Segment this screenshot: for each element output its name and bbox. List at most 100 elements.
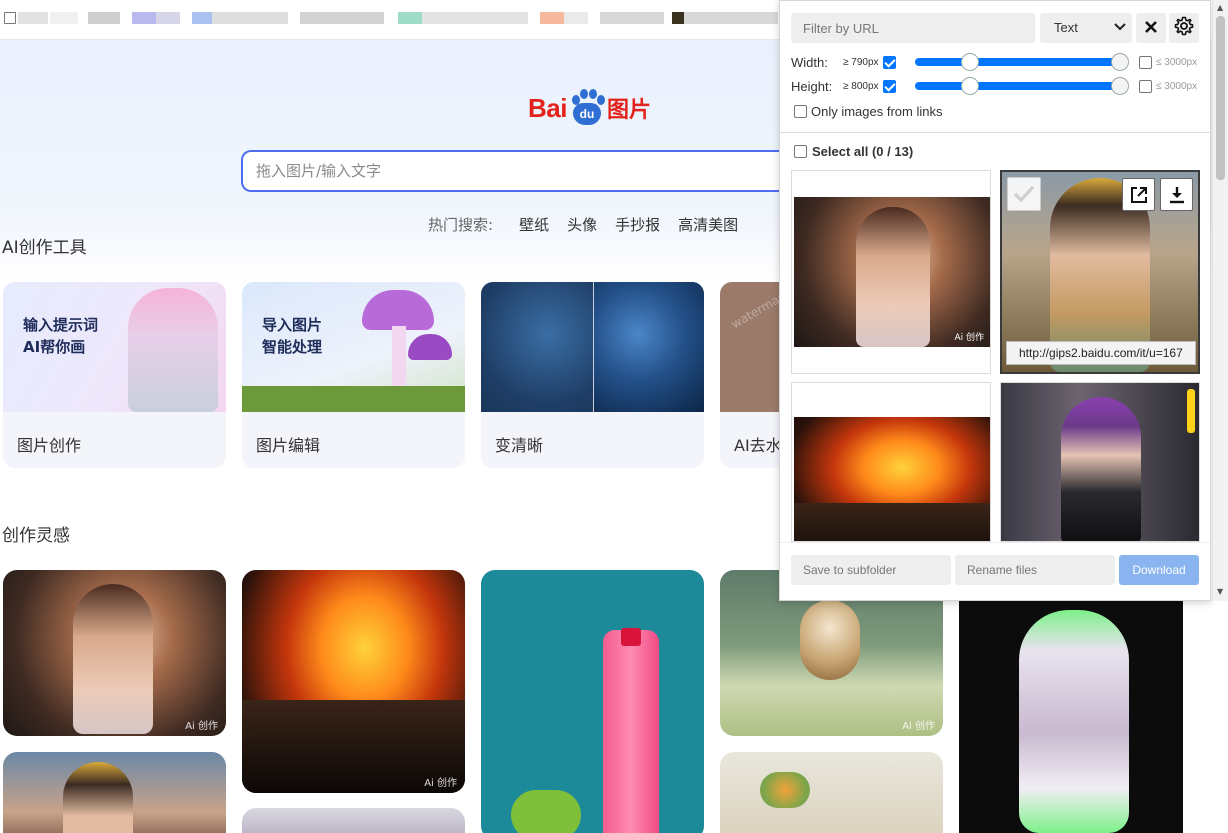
download-image-button[interactable] — [1160, 178, 1193, 211]
hot-link-avatar[interactable]: 头像 — [567, 214, 597, 235]
only-links-row[interactable]: Only images from links — [794, 102, 942, 120]
gear-icon — [1174, 16, 1194, 40]
logo-bai-text: Bai — [528, 92, 567, 123]
thumb-burning-logs — [794, 417, 990, 541]
height-filter-row: Height: ≥ 800px — [791, 77, 896, 95]
ai-watermark: Ai 创作 — [954, 333, 984, 343]
open-in-new-tab-button[interactable] — [1122, 178, 1155, 211]
blurred-tab-text — [540, 12, 564, 24]
rename-files-input[interactable] — [955, 555, 1115, 585]
girl-figure — [1061, 397, 1141, 541]
image-thumb[interactable]: Ai 创作 — [791, 170, 991, 374]
baidu-logo[interactable]: Bai du 图片 — [528, 88, 651, 128]
tool-label: 图片创作 — [17, 436, 82, 455]
subfolder-input[interactable] — [791, 555, 951, 585]
only-links-label: Only images from links — [811, 103, 943, 119]
scrollbar-thumb[interactable] — [1216, 16, 1225, 180]
blurred-tab-text — [192, 12, 212, 24]
blurred-tab-text — [132, 12, 156, 24]
filter-mode-select[interactable]: Text — [1040, 13, 1132, 43]
image-thumb-hovered[interactable]: http://gips2.baidu.com/it/u=167 — [1000, 170, 1200, 374]
blurred-tab-text — [18, 12, 48, 24]
photo-girl-purple[interactable] — [242, 808, 465, 833]
tool-art-line: 输入提示词 — [23, 316, 99, 334]
photo-burning-logs[interactable]: Ai 创作 — [242, 570, 465, 793]
tool-card-enhance[interactable]: 变清晰 — [481, 282, 704, 468]
chevron-down-icon — [1114, 22, 1126, 34]
select-all-checkbox[interactable] — [794, 145, 807, 158]
blurred-tab-text — [398, 12, 422, 24]
height-min-value: ≥ 800px — [843, 80, 879, 92]
height-min-handle[interactable] — [961, 77, 979, 95]
woman-figure — [856, 207, 930, 347]
width-max-value: ≤ 3000px — [1156, 56, 1198, 68]
photo-figurine[interactable] — [959, 600, 1183, 833]
search-input[interactable] — [243, 152, 841, 190]
tool-art: 导入图片 智能处理 — [242, 282, 465, 412]
hot-searches-label: 热门搜索: — [428, 216, 494, 234]
page-icon — [4, 12, 16, 24]
select-image-checkbox[interactable] — [1007, 177, 1041, 211]
yellow-sign — [1187, 389, 1195, 433]
tool-art: 输入提示词 AI帮你画 — [3, 282, 226, 412]
height-min-checkbox[interactable] — [883, 79, 896, 93]
figurine — [1019, 610, 1129, 833]
tool-art — [481, 282, 704, 412]
tool-art-line: AI帮你画 — [23, 338, 86, 356]
search-box[interactable] — [241, 150, 841, 192]
tool-card-image-creation[interactable]: 输入提示词 AI帮你画 图片创作 — [3, 282, 226, 468]
width-min-handle[interactable] — [961, 53, 979, 71]
tool-label: AI去水 — [734, 436, 782, 455]
height-max-handle[interactable] — [1111, 77, 1129, 95]
photo-pink-bottle[interactable] — [481, 570, 704, 833]
photo-woman-bar[interactable]: Ai 创作 — [3, 570, 226, 736]
width-max-handle[interactable] — [1111, 53, 1129, 71]
only-links-checkbox[interactable] — [794, 104, 807, 118]
image-thumb[interactable] — [1000, 382, 1200, 542]
height-range-slider[interactable] — [915, 77, 1129, 95]
thumb-girl-purple — [1001, 383, 1199, 541]
hot-link-handwritten[interactable]: 手抄报 — [615, 214, 660, 235]
width-max-row: ≤ 3000px — [1139, 53, 1197, 71]
width-label: Width: — [791, 54, 828, 70]
download-button[interactable]: Download — [1119, 555, 1199, 585]
thumb-woman-bar: Ai 创作 — [794, 197, 990, 347]
photo-queen[interactable] — [3, 752, 226, 833]
width-min-checkbox[interactable] — [883, 55, 896, 69]
scroll-up-arrow-icon[interactable]: ▲ — [1217, 3, 1223, 12]
blurred-tab-text — [600, 12, 664, 24]
tool-label: 变清晰 — [495, 436, 544, 455]
logo-tupian-text: 图片 — [606, 98, 651, 123]
hot-link-wallpaper[interactable]: 壁纸 — [519, 214, 549, 235]
leaf — [511, 790, 581, 833]
settings-button[interactable] — [1169, 13, 1199, 43]
width-max-checkbox[interactable] — [1139, 55, 1152, 69]
blurred-tab-text — [156, 12, 180, 24]
tool-card-image-edit[interactable]: 导入图片 智能处理 图片编辑 — [242, 282, 465, 468]
tool-label: 图片编辑 — [256, 436, 321, 455]
select-all-label: Select all (0 / 13) — [812, 144, 914, 159]
close-button[interactable] — [1136, 13, 1166, 43]
panel-filters: Text Width: ≥ 790px — [780, 1, 1210, 133]
filter-url-input[interactable] — [791, 13, 1035, 43]
ai-watermark: Ai 创作 — [185, 721, 218, 732]
paw-icon: du — [568, 89, 606, 127]
blurred-tab-text — [300, 12, 384, 24]
height-max-checkbox[interactable] — [1139, 79, 1152, 93]
blurred-tab-text — [88, 12, 120, 24]
blurred-tab-text — [212, 12, 288, 24]
panel-actions: Download — [780, 542, 1210, 600]
width-range-slider[interactable] — [915, 53, 1129, 71]
download-icon — [1169, 186, 1184, 203]
panel-scrollbar[interactable]: ▲ ▼ — [1212, 0, 1228, 601]
logs — [794, 503, 990, 541]
image-thumb[interactable] — [791, 382, 991, 542]
mushroom-illustration — [408, 334, 452, 360]
photo-flowers[interactable] — [720, 752, 943, 833]
scroll-down-arrow-icon[interactable]: ▼ — [1217, 587, 1223, 596]
select-all-row[interactable]: Select all (0 / 13) — [794, 144, 913, 159]
width-min-value: ≥ 790px — [843, 56, 879, 68]
flowers — [760, 772, 810, 808]
hot-link-hd[interactable]: 高清美图 — [678, 214, 738, 235]
logo-du-text: du — [572, 103, 601, 125]
